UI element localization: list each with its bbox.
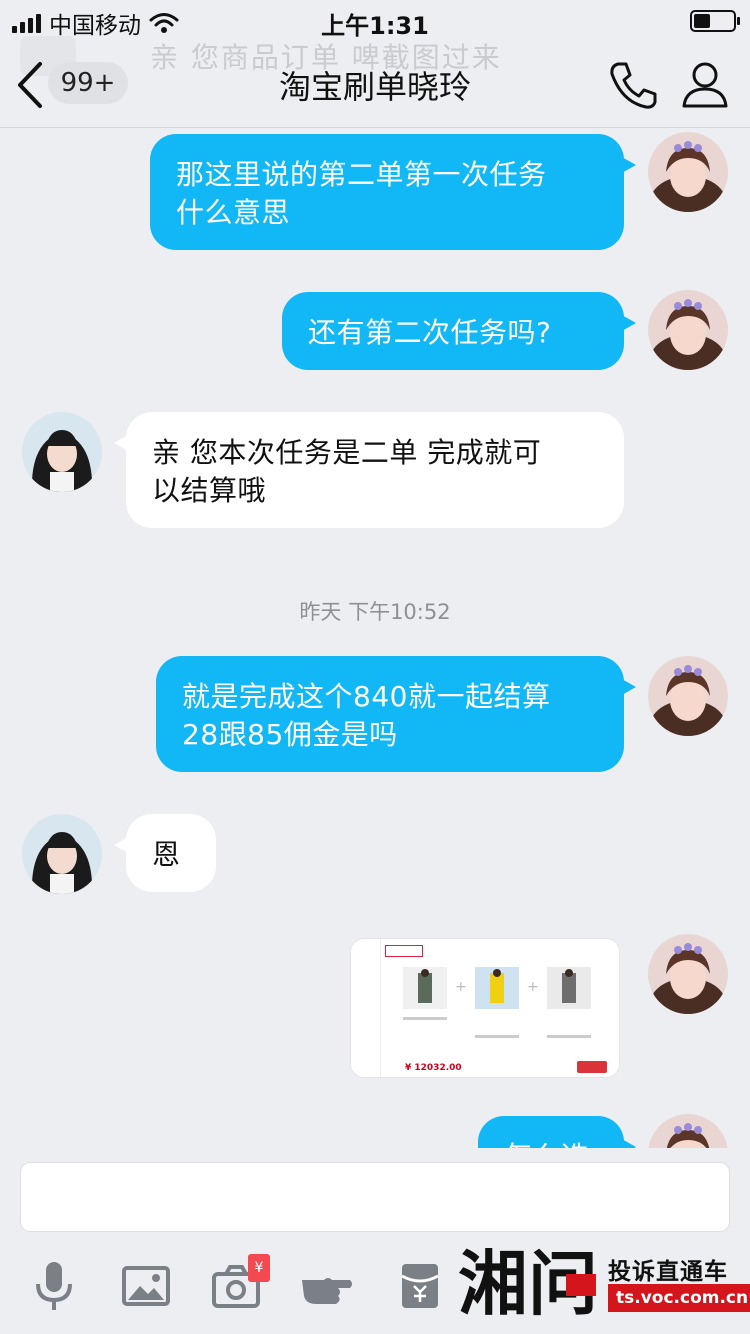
plus-sign: +: [455, 979, 467, 995]
plus-sign: +: [527, 979, 539, 995]
image-message[interactable]: + + ¥ 12032.00: [350, 938, 620, 1078]
xiangwen-logo-icon: 湘问: [458, 1242, 598, 1325]
message-text-line: 28跟85佣金是吗: [182, 718, 398, 751]
message-text-line: 就是完成这个840就一起结算: [182, 680, 551, 713]
phone-icon[interactable]: [606, 58, 660, 112]
watermark-url: ts.voc.com.cn: [608, 1284, 750, 1312]
message-timestamp: 昨天 下午10:52: [299, 600, 451, 624]
screenshot-price: ¥ 12032.00: [405, 1063, 462, 1073]
message-bubble-outgoing[interactable]: 那这里说的第二单第一次任务 什么意思: [150, 134, 636, 250]
message-bubble-incoming[interactable]: 恩: [114, 814, 216, 892]
message-text-line: 那这里说的第二单第一次任务: [176, 158, 547, 191]
product-thumbnail: [475, 967, 519, 1009]
message-text: 还有第二次任务吗?: [308, 316, 552, 349]
message-bubble-outgoing[interactable]: 就是完成这个840就一起结算 28跟85佣金是吗: [156, 656, 636, 772]
my-avatar[interactable]: [648, 934, 728, 1014]
wallet-icon[interactable]: [390, 1258, 450, 1314]
screenshot-caption-line: [547, 1035, 591, 1038]
message-input[interactable]: [20, 1162, 730, 1232]
status-bar: 中国移动 上午1:31: [0, 0, 750, 40]
message-text-line: 什么意思: [176, 196, 291, 229]
contact-avatar[interactable]: [22, 814, 102, 894]
watermark-slogan: 投诉直通车: [608, 1259, 728, 1285]
message-bubble-outgoing[interactable]: 还有第二次任务吗?: [282, 292, 636, 370]
message-text-line: 以结算哦: [152, 474, 267, 507]
battery-icon: [690, 10, 740, 32]
message-text: 怎么选: [504, 1138, 598, 1148]
message-text-line: 亲 您本次任务是二单 完成就可: [152, 436, 542, 469]
message-bubble-incoming[interactable]: 亲 您本次任务是二单 完成就可 以结算哦: [114, 412, 624, 528]
message-bubble-outgoing[interactable]: 怎么选: [478, 1116, 636, 1148]
message-text: 恩: [152, 838, 181, 871]
my-avatar[interactable]: [648, 290, 728, 370]
screenshot-caption-line: [403, 1017, 447, 1020]
my-avatar[interactable]: [648, 1114, 728, 1148]
screenshot-caption-line: [475, 1035, 519, 1038]
product-thumbnail: [547, 967, 591, 1009]
red-packet-badge[interactable]: ¥: [248, 1254, 270, 1282]
image-icon[interactable]: [116, 1258, 176, 1314]
poke-hand-icon[interactable]: [298, 1258, 358, 1314]
screenshot-tab: [385, 945, 423, 957]
contact-avatar[interactable]: [22, 412, 102, 492]
microphone-icon[interactable]: [24, 1258, 84, 1314]
my-avatar[interactable]: [648, 132, 728, 212]
screenshot-sidebar: [351, 939, 381, 1077]
screenshot-buy-button: [577, 1061, 607, 1073]
chat-list[interactable]: 那这里说的第二单第一次任务 什么意思 还有第二次任务吗? 亲 您本次任务是二单 …: [0, 128, 750, 1148]
my-avatar[interactable]: [648, 656, 728, 736]
product-thumbnail: [403, 967, 447, 1009]
profile-icon[interactable]: [678, 58, 732, 112]
chat-header: 99+ 淘宝刷单晓玲: [0, 40, 750, 128]
